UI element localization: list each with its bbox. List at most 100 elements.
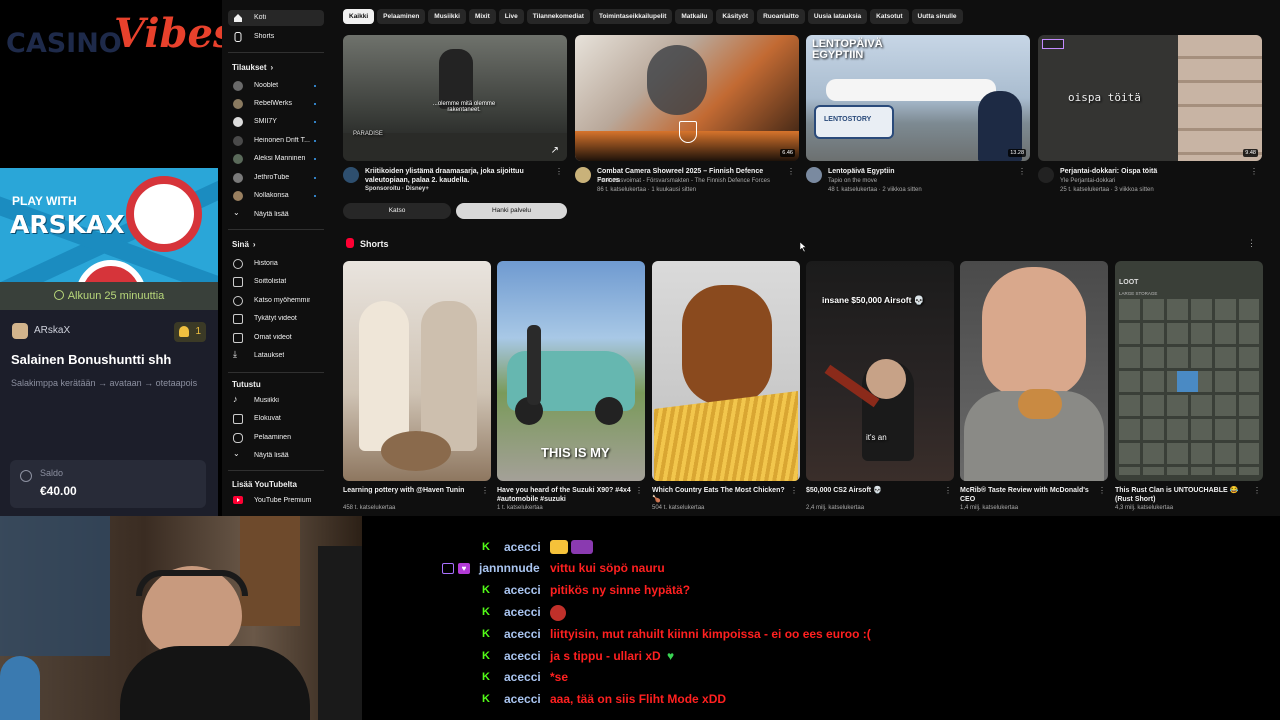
chip-sitcoms[interactable]: Tilannekomediat — [526, 9, 590, 24]
more-vert-icon[interactable]: ⋮ — [555, 167, 563, 176]
get-service-button[interactable]: Hanki palvelu — [456, 203, 567, 219]
more-vert-icon[interactable]: ⋮ — [635, 486, 643, 495]
sidebar-item-history[interactable]: Historia — [228, 256, 324, 272]
sidebar-item-gaming[interactable]: Pelaaminen — [228, 430, 324, 446]
sidebar-item-youtube-premium[interactable]: YouTube Premium — [228, 493, 324, 509]
chat-username[interactable]: acecci — [504, 627, 541, 641]
short-title[interactable]: $50,000 CS2 Airsoft 💀 — [806, 486, 940, 495]
short-card[interactable]: insane $50,000 Airsoft 💀 it's an $50,000… — [806, 261, 954, 516]
chip-travel[interactable]: Matkailu — [675, 9, 714, 24]
person-figure — [439, 49, 473, 109]
chat-username[interactable]: acecci — [504, 692, 541, 706]
video-thumbnail[interactable]: oispa töitä 9.48 — [1038, 35, 1262, 161]
chat-username[interactable]: acecci — [504, 605, 541, 619]
chip-gaming[interactable]: Pelaaminen — [377, 9, 426, 24]
chip-new-uploads[interactable]: Uusia latauksia — [807, 9, 868, 24]
sidebar-item-subscription[interactable]: Nooblet — [228, 78, 324, 94]
video-title[interactable]: Perjantai-dokkari: Oispa töitä — [1060, 167, 1250, 176]
subscriptions-heading[interactable]: Tilaukset › — [232, 63, 273, 72]
external-link-icon[interactable]: ↗ — [551, 145, 559, 156]
chip-cooking[interactable]: Ruoanlaitto — [757, 9, 805, 24]
video-title[interactable]: Lentopäivä Egyptiin — [828, 167, 1018, 176]
short-title[interactable]: Which Country Eats The Most Chicken? 🍗 — [652, 486, 786, 504]
chat-username[interactable]: acecci — [504, 649, 541, 663]
sidebar-item-subscription[interactable]: Aleksi Manninen — [228, 151, 324, 167]
short-card[interactable]: Which Country Eats The Most Chicken? 🍗 5… — [652, 261, 800, 516]
sidebar-item-my-videos[interactable]: Omat videot — [228, 330, 324, 346]
more-vert-icon[interactable]: ⋮ — [1250, 167, 1258, 176]
short-thumbnail[interactable]: insane $50,000 Airsoft 💀 it's an — [806, 261, 954, 481]
more-vert-icon[interactable]: ⋮ — [787, 167, 795, 176]
short-card[interactable]: THIS IS MY Have you heard of the Suzuki … — [497, 261, 645, 516]
chip-action-adventure[interactable]: Toimintaseikkailupelit — [592, 9, 673, 24]
short-card[interactable]: Learning pottery with @Haven Tunin 458 t… — [343, 261, 491, 516]
chat-username[interactable]: acecci — [504, 540, 541, 554]
short-title[interactable]: Learning pottery with @Haven Tunin — [343, 486, 477, 495]
channel-avatar[interactable] — [343, 167, 359, 183]
more-vert-icon[interactable]: ⋮ — [790, 486, 798, 495]
video-card[interactable]: oispa töitä 9.48 Perjantai-dokkari: Oisp… — [1038, 35, 1262, 201]
video-thumbnail[interactable]: ...olemme mitä olemme rakentaneet. PARAD… — [343, 35, 567, 161]
sidebar-item-subscription[interactable]: RebelWerks — [228, 96, 324, 112]
short-card[interactable]: LOOT LARGE STORAGE This Rust Clan is UNT… — [1115, 261, 1263, 516]
chip-mixes[interactable]: Mixit — [468, 9, 496, 24]
sidebar-item-subscription[interactable]: JethroTube — [228, 170, 324, 186]
short-thumbnail[interactable] — [343, 261, 491, 481]
more-vert-icon[interactable]: ⋮ — [944, 486, 952, 495]
sidebar-item-playlists[interactable]: Soittolistat — [228, 274, 324, 290]
more-vert-icon[interactable]: ⋮ — [1253, 486, 1261, 495]
sidebar-item-home[interactable]: Koti — [228, 10, 324, 26]
short-card[interactable]: McRib® Taste Review with McDonald's CEO … — [960, 261, 1108, 516]
video-thumbnail[interactable]: LENTOPÄIVÄ EGYPTIIN LENTOSTORY 13.28 — [806, 35, 1030, 161]
short-thumbnail[interactable] — [652, 261, 800, 481]
channel-avatar[interactable] — [806, 167, 822, 183]
watch-button[interactable]: Katso — [343, 203, 451, 219]
channel-avatar[interactable] — [1038, 167, 1054, 183]
chip-watched[interactable]: Katsotut — [870, 9, 909, 24]
more-vert-icon[interactable]: ⋮ — [481, 486, 489, 495]
video-title[interactable]: Kriitikoiden ylistämä draamasarja, joka … — [365, 167, 555, 185]
chip-crafts[interactable]: Käsityöt — [716, 9, 755, 24]
logo-casino-text: CASINO — [6, 28, 122, 59]
fries-shape — [654, 391, 798, 481]
you-heading[interactable]: Sinä › — [232, 240, 256, 249]
channel-name[interactable]: Tapio on the move — [828, 177, 1018, 186]
channel-name[interactable]: Puolustusvoimat - Försvarsmakten - The F… — [597, 177, 787, 186]
sidebar-item-shorts[interactable]: Shorts — [228, 29, 324, 45]
chat-username[interactable]: jannnnude — [479, 561, 540, 575]
channel-avatar-icon — [233, 191, 243, 201]
short-title[interactable]: Have you heard of the Suzuki X90? #4x4 #… — [497, 486, 631, 504]
chip-all[interactable]: Kaikki — [343, 9, 375, 24]
chat-username[interactable]: acecci — [504, 583, 541, 597]
sidebar-item-subscription[interactable]: Nollakonsa — [228, 188, 324, 204]
sidebar-item-movies[interactable]: Elokuvat — [228, 411, 324, 427]
sidebar-item-downloads[interactable]: ⤓ Lataukset — [228, 348, 324, 364]
channel-avatar[interactable] — [575, 167, 591, 183]
sidebar-item-subscription[interactable]: Heinonen Drift T... — [228, 133, 324, 149]
bonus-hunt-card: PLAY WITH ARSKAX Alkuun 25 minuuttia ARs… — [0, 168, 218, 518]
more-vert-icon[interactable]: ⋮ — [1247, 238, 1256, 249]
sidebar-show-more[interactable]: ⌄ Näytä lisää — [228, 448, 324, 464]
video-thumbnail[interactable]: 6.46 — [575, 35, 799, 161]
short-thumbnail[interactable] — [960, 261, 1108, 481]
short-thumbnail[interactable]: LOOT LARGE STORAGE — [1115, 261, 1263, 481]
short-thumbnail[interactable]: THIS IS MY — [497, 261, 645, 481]
short-title[interactable]: McRib® Taste Review with McDonald's CEO — [960, 486, 1094, 504]
sidebar-item-subscription[interactable]: SMII7Y — [228, 114, 324, 130]
sidebar-item-liked-videos[interactable]: Tykätyt videot — [228, 311, 324, 327]
casino-vibes-logo: CASINO Vibes — [6, 10, 235, 60]
more-vert-icon[interactable]: ⋮ — [1098, 486, 1106, 495]
sidebar-item-music[interactable]: ♪ Musiikki — [228, 393, 324, 409]
video-card[interactable]: ...olemme mitä olemme rakentaneet. PARAD… — [343, 35, 567, 201]
short-title[interactable]: This Rust Clan is UNTOUCHABLE 😂 (Rust Sh… — [1115, 486, 1249, 504]
video-card[interactable]: LENTOPÄIVÄ EGYPTIIN LENTOSTORY 13.28 Len… — [806, 35, 1030, 201]
channel-name[interactable]: Yle Perjantai-dokkari — [1060, 177, 1250, 186]
chip-new-to-you[interactable]: Uutta sinulle — [911, 9, 963, 24]
video-card[interactable]: 6.46 Combat Camera Showreel 2025 – Finni… — [575, 35, 799, 201]
sidebar-show-more[interactable]: ⌄ Näytä lisää — [228, 207, 324, 223]
sidebar-item-watch-later[interactable]: Katso myöhemmin — [228, 293, 324, 309]
chip-live[interactable]: Live — [498, 9, 524, 24]
chip-music[interactable]: Musiikki — [428, 9, 466, 24]
chat-username[interactable]: acecci — [504, 670, 541, 684]
more-vert-icon[interactable]: ⋮ — [1018, 167, 1026, 176]
